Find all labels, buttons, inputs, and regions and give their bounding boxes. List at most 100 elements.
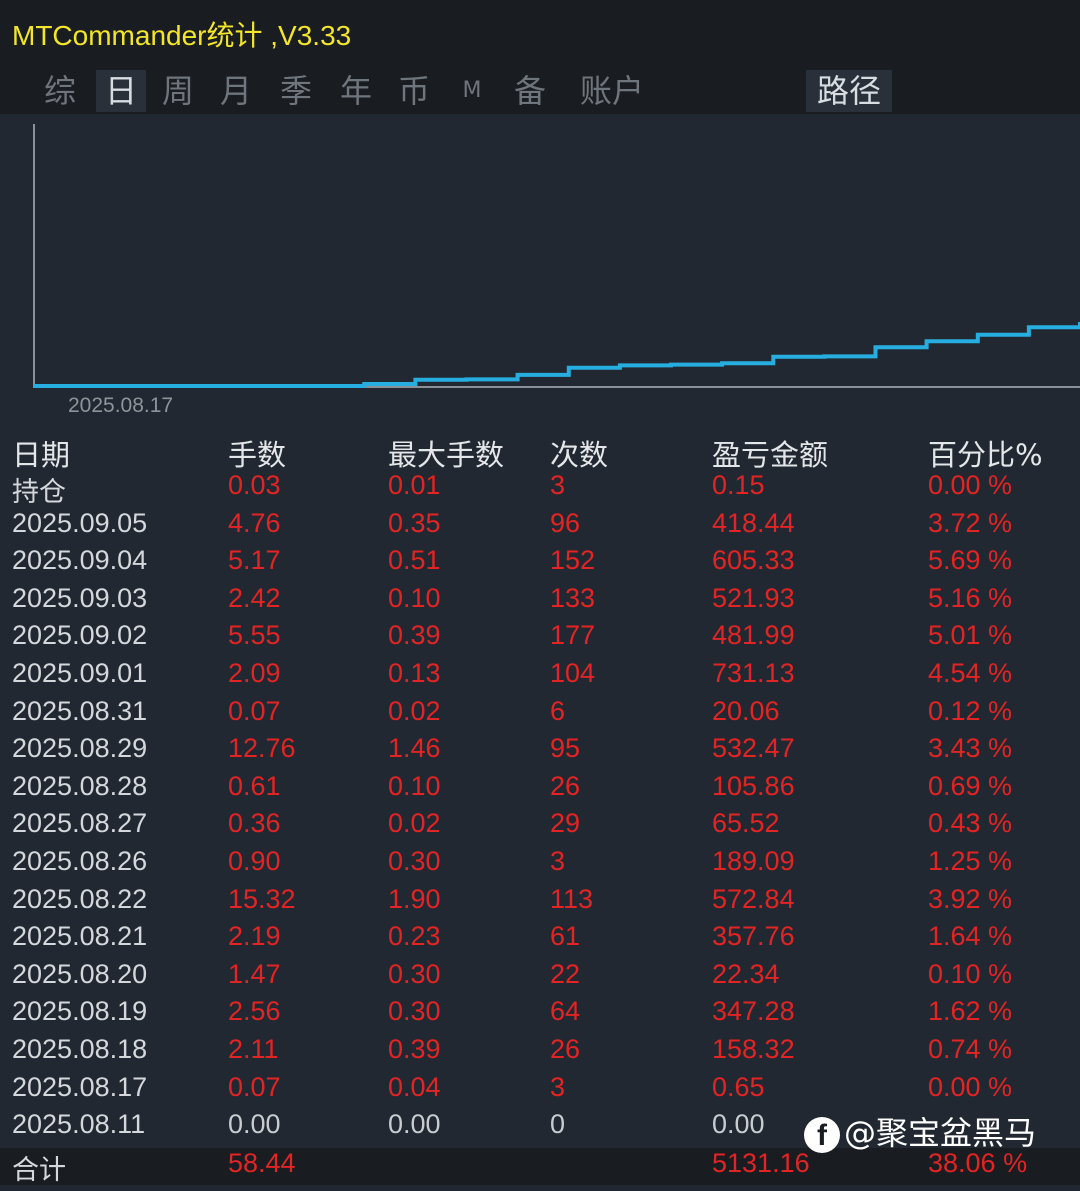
- table-cell: 2025.08.21: [12, 921, 148, 952]
- table-row: 2025.09.05 4.76 0.35 96 418.44 3.72 %: [0, 508, 1080, 545]
- table-cell: 2.56: [228, 996, 281, 1027]
- table-cell: 1.46: [388, 733, 441, 764]
- table-cell: 521.93: [712, 582, 795, 613]
- table-cell: 0.10: [388, 770, 441, 801]
- table-cell: 3.92 %: [928, 883, 1013, 914]
- table-row: 2025.08.19 2.56 0.30 64 347.28 1.62 %: [0, 996, 1080, 1033]
- table-row: 2025.08.29 12.76 1.46 95 532.47 3.43 %: [0, 733, 1080, 770]
- table-row: 2025.08.28 0.61 0.10 26 105.86 0.69 %: [0, 771, 1080, 808]
- table-cell: 605.33: [712, 545, 795, 576]
- table-cell: 4.76: [228, 507, 281, 538]
- table-cell: 481.99: [712, 620, 795, 651]
- table-cell: 3: [550, 846, 566, 876]
- table-cell: 持仓: [12, 477, 66, 507]
- table-row: 2025.09.01 2.09 0.13 104 731.13 4.54 %: [0, 658, 1080, 695]
- table-total-row: 合计 58.44 5131.16 38.06 %: [0, 1148, 1080, 1185]
- table-cell: 347.28: [712, 996, 795, 1027]
- table-cell: 1.25 %: [928, 846, 1013, 876]
- table-cell: 0.74 %: [928, 1034, 1013, 1064]
- table-cell: 5.16 %: [928, 582, 1013, 613]
- tab-7[interactable]: M: [452, 70, 492, 112]
- table-cell: 0.39: [388, 1034, 441, 1064]
- table-cell: 2025.09.03: [12, 582, 148, 613]
- table-cell: 158.32: [712, 1034, 795, 1064]
- table-cell: 0.23: [388, 921, 441, 952]
- table-cell: 0.43 %: [928, 808, 1013, 839]
- table-cell: 357.76: [712, 921, 795, 952]
- table-cell: 5.17: [228, 545, 281, 576]
- table-cell: 2025.09.01: [12, 658, 148, 688]
- tab-6[interactable]: 币: [392, 70, 436, 112]
- tab-4[interactable]: 季: [274, 70, 318, 112]
- table-cell: 5131.16: [712, 1148, 810, 1178]
- table-cell: 3.72 %: [928, 507, 1013, 538]
- tab-0[interactable]: 综: [38, 70, 82, 112]
- table-cell: 0.01: [388, 470, 441, 500]
- table-cell: 2025.08.19: [12, 996, 148, 1027]
- table-cell: 0: [550, 1109, 566, 1140]
- table-cell: 65.52: [712, 808, 780, 839]
- table-cell: 64: [550, 996, 581, 1027]
- table-cell: 5.55: [228, 620, 281, 651]
- table-cell: 6: [550, 695, 566, 726]
- table-cell: 1.62 %: [928, 996, 1013, 1027]
- table-cell: 2025.08.11: [12, 1109, 146, 1140]
- table-cell: 2025.08.28: [12, 770, 148, 801]
- equity-chart: 2025.08.17: [33, 124, 1080, 417]
- table-cell: 189.09: [712, 846, 795, 876]
- table-row: 2025.08.22 15.32 1.90 113 572.84 3.92 %: [0, 884, 1080, 921]
- tab-1[interactable]: 日: [96, 70, 146, 112]
- table-cell: 5.69 %: [928, 545, 1013, 576]
- table-cell: 0.15: [712, 470, 765, 500]
- table-cell: 96: [550, 507, 581, 538]
- table-row: 2025.08.17 0.07 0.04 3 0.65 0.00 %: [0, 1072, 1080, 1109]
- path-button[interactable]: 路径: [806, 70, 892, 112]
- table-cell: 0.30: [388, 958, 441, 989]
- table-cell: 0.00 %: [928, 470, 1013, 500]
- table-cell: 22: [550, 958, 581, 989]
- table-cell: 2025.09.05: [12, 507, 148, 538]
- table-cell: 418.44: [712, 507, 795, 538]
- table-cell: 0.30: [388, 996, 441, 1027]
- tab-5[interactable]: 年: [334, 70, 378, 112]
- tab-8[interactable]: 备: [508, 70, 552, 112]
- table-cell: 0.61: [228, 770, 281, 801]
- table-row: 2025.08.27 0.36 0.02 29 65.52 0.43 %: [0, 808, 1080, 845]
- table-cell: 0.90: [228, 846, 281, 876]
- table-row: 2025.08.20 1.47 0.30 22 22.34 0.10 %: [0, 959, 1080, 996]
- app-title: MTCommander统计 ,V3.33: [12, 20, 352, 51]
- table-cell: 2025.08.31: [12, 695, 148, 726]
- table-cell: 2.09: [228, 658, 281, 688]
- table-cell: 0.10 %: [928, 958, 1013, 989]
- table-row: 2025.08.21 2.19 0.23 61 357.76 1.64 %: [0, 921, 1080, 958]
- table-row: 2025.09.02 5.55 0.39 177 481.99 5.01 %: [0, 620, 1080, 657]
- table-cell: 4.54 %: [928, 658, 1013, 688]
- table-cell: 29: [550, 808, 581, 839]
- table-cell: 0.69 %: [928, 770, 1013, 801]
- tab-9[interactable]: 账户: [574, 70, 650, 112]
- table-cell: 26: [550, 1034, 581, 1064]
- facebook-icon: f: [804, 1117, 840, 1153]
- table-cell: 133: [550, 582, 596, 613]
- table-cell: 113: [550, 883, 594, 914]
- table-cell: 731.13: [712, 658, 795, 688]
- table-cell: 20.06: [712, 695, 780, 726]
- table-cell: 5.01 %: [928, 620, 1013, 651]
- table-cell: 3: [550, 1071, 566, 1102]
- table-cell: 最大手数: [388, 438, 505, 472]
- table-cell: 2.11: [228, 1034, 279, 1064]
- table-cell: 0.30: [388, 846, 441, 876]
- table-row: 2025.09.04 5.17 0.51 152 605.33 5.69 %: [0, 545, 1080, 582]
- tab-3[interactable]: 月: [214, 70, 258, 112]
- table-cell: 105.86: [712, 770, 795, 801]
- table-cell: 61: [550, 921, 581, 952]
- tab-2[interactable]: 周: [156, 70, 200, 112]
- table-cell: 0.10: [388, 582, 441, 613]
- table-cell: 0.35: [388, 507, 441, 538]
- table-row: 2025.08.26 0.90 0.30 3 189.09 1.25 %: [0, 846, 1080, 883]
- table-cell: 15.32: [228, 883, 296, 914]
- table-cell: 0.00: [388, 1109, 441, 1140]
- table-cell: 合计: [12, 1155, 66, 1185]
- table-cell: 百分比%: [928, 438, 1043, 472]
- table-cell: 2.42: [228, 582, 281, 613]
